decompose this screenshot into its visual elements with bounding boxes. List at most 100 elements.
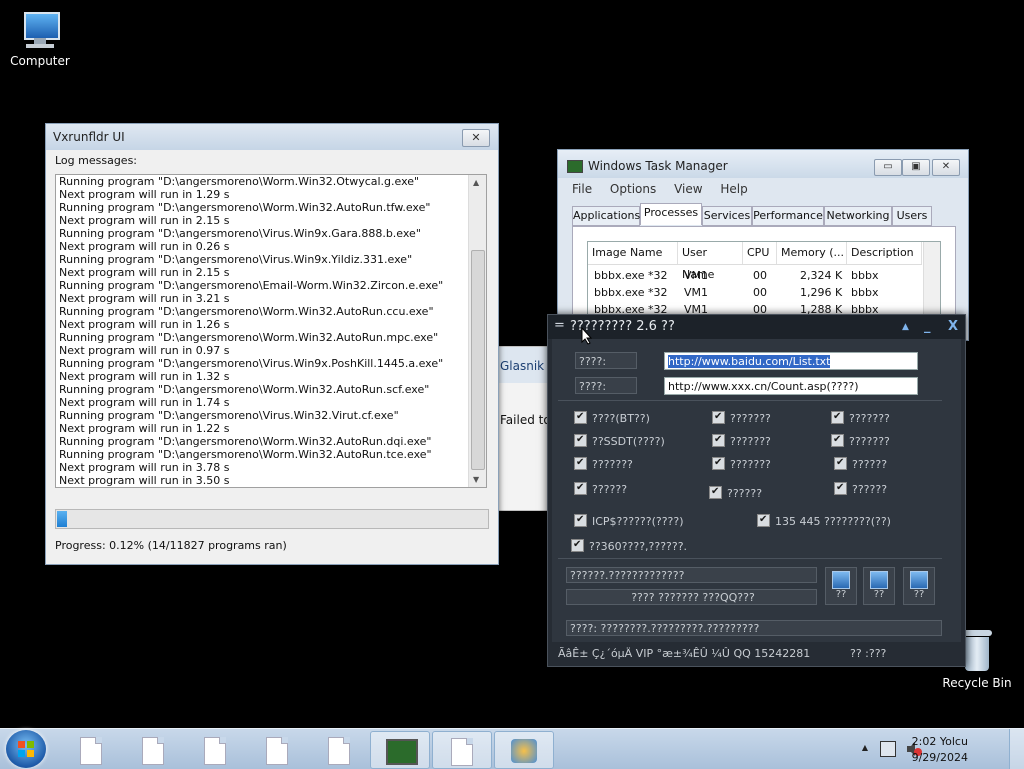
column-user-name[interactable]: User Name [678,242,743,281]
info-field-2[interactable]: ???? ??????? ???QQ??? [566,589,817,605]
tab-users[interactable]: Users [892,206,932,226]
log-line: Running program "D:\angersmoreno\Worm.Wi… [59,305,434,318]
minimize-button[interactable]: _ [924,319,931,334]
option-label: ??SSDT(????) [592,435,665,448]
option-checkbox[interactable]: ??????? [831,409,890,427]
menu-help[interactable]: Help [720,182,747,196]
option-label: ?????? [852,483,888,496]
taskbar-button-dark-app[interactable] [494,731,554,769]
option-label: ????(BT??) [592,412,650,425]
url1-input[interactable]: http://www.baidu.com/List.txt [664,352,918,370]
close-button[interactable]: ✕ [462,129,490,147]
task-manager-window[interactable]: Windows Task Manager ▭ ▣ ✕ File Options … [557,149,969,341]
clock[interactable]: 2:02 Yolcu 9/29/2024 [912,734,968,766]
option-checkbox[interactable]: ??SSDT(????) [574,432,665,450]
option-checkbox[interactable]: ?????? [709,484,763,502]
show-desktop-button[interactable] [1009,729,1024,769]
column-description[interactable]: Description [847,242,922,264]
checkbox-icon [834,455,847,471]
cell-image: bbbx.exe *32 [594,269,668,282]
option-checkbox[interactable]: 135 445 ????????(??) [757,512,891,530]
log-line: Next program will run in 1.32 s [59,370,230,383]
title-bar[interactable]: Windows Task Manager ▭ ▣ ✕ [558,150,968,178]
log-scrollbar[interactable]: ▲ ▼ [468,175,486,487]
menu-file[interactable]: File [572,182,592,196]
tab-performance[interactable]: Performance [752,206,824,226]
option-label: ??????? [592,458,633,471]
taskbar-button-document[interactable] [122,731,180,767]
tab-networking[interactable]: Networking [824,206,892,226]
dark-app-window[interactable]: = ????????? 2.6 ?? ▲ _ X ????: http://ww… [547,314,966,667]
taskbar-button-task-manager[interactable] [370,731,430,769]
url2-input[interactable]: http://www.xxx.cn/Count.asp(????) [664,377,918,395]
menu-icon[interactable]: = [554,318,565,333]
log-listbox[interactable]: Running program "D:\angersmoreno\Worm.Wi… [55,174,487,488]
option-checkbox[interactable]: ??360????,??????. [571,537,687,555]
checkbox-icon [834,480,847,496]
option-checkbox[interactable]: ??????? [574,455,633,473]
close-button[interactable]: X [948,319,958,334]
cell-description: bbbx [851,286,879,299]
taskbar-button-document[interactable] [308,731,366,767]
option-label: ??????? [849,412,890,425]
column-image-name[interactable]: Image Name [588,242,678,264]
info-field-1[interactable]: ??????.????????????? [566,567,817,583]
log-line: Running program "D:\angersmoreno\Worm.Wi… [59,201,431,214]
column-memory[interactable]: Memory (... [777,242,847,264]
taskbar-button-document[interactable] [60,731,118,767]
table-row[interactable]: bbbx.exe *32 VM1 00 2,324 K bbbx [588,267,922,284]
option-checkbox[interactable]: ?????? [574,480,627,498]
collapse-button[interactable]: ▲ [902,322,909,332]
taskbar-button-document[interactable] [246,731,304,767]
log-line: Next program will run in 0.97 s [59,344,230,357]
tab-applications[interactable]: Applications [572,206,640,226]
title-bar[interactable]: Vxrunfldr UI ✕ [46,124,498,150]
info-field-3[interactable]: ????: ????????.?????????.????????? [566,620,942,636]
option-checkbox[interactable]: ?????? [834,455,887,473]
scrollbar-thumb[interactable] [471,250,485,470]
log-line: Next program will run in 1.22 s [59,422,230,435]
option-checkbox[interactable]: ??????? [712,409,771,427]
separator [558,558,942,559]
taskbar-button-document[interactable] [184,731,242,767]
option-checkbox[interactable]: ??????? [712,432,771,450]
option-label: ?????? [727,487,763,500]
task-manager-icon [386,739,418,765]
option-checkbox[interactable]: ?????? [834,480,888,498]
menu-options[interactable]: Options [610,182,656,196]
close-button[interactable]: ✕ [932,159,960,176]
tab-processes[interactable]: Processes [640,203,702,225]
vxrunfldr-window[interactable]: Vxrunfldr UI ✕ Log messages: Running pro… [45,123,499,565]
minimize-button[interactable]: ▭ [874,159,902,176]
action-button-1[interactable]: ?? [825,567,857,605]
glasnik-message: Failed to [500,413,551,427]
clock-date: 9/29/2024 [911,751,968,764]
log-line: Next program will run in 3.78 s [59,461,230,474]
option-checkbox[interactable]: ??????? [712,455,771,473]
desktop-icon-label: Recycle Bin [942,676,1012,690]
table-row[interactable]: bbbx.exe *32 VM1 00 1,296 K bbbx [588,284,922,301]
show-hidden-icons-button[interactable]: ▲ [862,743,868,752]
maximize-button[interactable]: ▣ [902,159,930,176]
scroll-up-icon[interactable]: ▲ [473,178,479,187]
menu-view[interactable]: View [674,182,702,196]
desktop-icon-label: Computer [10,54,70,68]
option-checkbox[interactable]: ICP$??????(????) [574,512,684,530]
taskbar: ▲ 2:02 Yolcu 9/29/2024 [0,728,1024,769]
tab-services[interactable]: Services [702,206,752,226]
action-button-2[interactable]: ?? [863,567,895,605]
start-button[interactable] [6,730,46,768]
taskbar-button-vxrunfldr[interactable] [432,731,492,769]
checkbox-icon [712,409,725,425]
column-cpu[interactable]: CPU [743,242,777,264]
action-button-3[interactable]: ?? [903,567,935,605]
option-checkbox[interactable]: ??????? [831,432,890,450]
cell-image: bbbx.exe *32 [594,286,668,299]
checkbox-icon [709,484,722,500]
option-checkbox[interactable]: ????(BT??) [574,409,650,427]
scroll-down-icon[interactable]: ▼ [473,475,479,484]
option-label: 135 445 ????????(??) [775,515,891,528]
title-bar[interactable]: = ????????? 2.6 ?? ▲ _ X [548,315,965,339]
network-tray-icon[interactable] [880,741,896,757]
desktop-icon-computer[interactable]: Computer [0,10,80,68]
